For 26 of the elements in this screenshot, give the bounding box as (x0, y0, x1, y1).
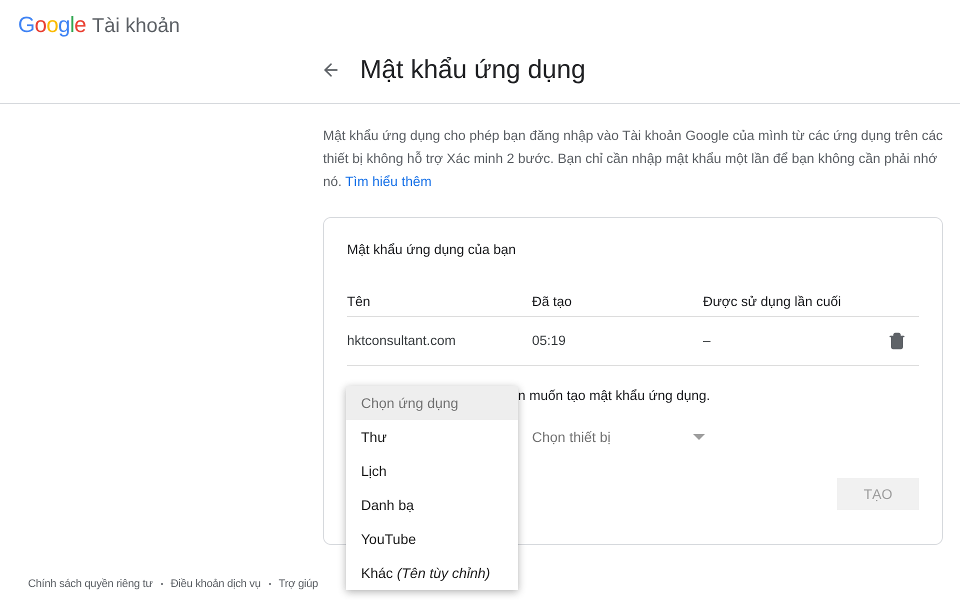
dropdown-caret-icon (693, 434, 705, 440)
column-header: Tên (347, 293, 372, 312)
column-header: Đã tạo (532, 293, 573, 312)
learn-more-link[interactable]: Tìm hiểu thêm (345, 174, 432, 189)
product-name: Tài khoản (92, 14, 180, 39)
table-cell-text: hktconsultant.com (347, 332, 457, 350)
footer-link[interactable]: Chính sách quyền riêng tư (28, 576, 153, 592)
menu-item[interactable]: Lịch (346, 454, 518, 488)
table-cell-text: 05:19 (532, 332, 567, 350)
menu-item[interactable]: Khác (Tên tùy chỉnh) (346, 556, 518, 590)
google-logo: Google (18, 11, 86, 39)
card-title: Mật khẩu ứng dụng của bạn (347, 241, 517, 259)
description-text: Mật khẩu ứng dụng cho phép bạn đăng nhập vào Tài khoản Google của mình từ các ứng dụng trên các thiết bị không hỗ trợ Xác minh 2 bước. Bạn chỉ cần nhập mật khẩu một lần để bạn không cần phải nhớ nó. Tìm hiểu thêm (323, 127, 943, 191)
footer-link[interactable]: Điều khoản dịch vụ (170, 576, 261, 592)
delete-button[interactable] (887, 330, 907, 352)
footer-link[interactable]: Trợ giúp (278, 576, 318, 592)
menu-item[interactable]: YouTube (346, 522, 518, 556)
device-select[interactable]: Chọn thiết bị (532, 422, 707, 452)
table-cell-text: – (703, 332, 712, 350)
trash-icon (888, 332, 906, 350)
menu-item[interactable]: Chọn ứng dụng (346, 386, 518, 420)
prompt-text: n muốn tạo mật khẩu ứng dụng. (518, 388, 710, 404)
page-title: Mật khẩu ứng dụng (360, 53, 586, 86)
menu-item[interactable]: Thư (346, 420, 518, 454)
column-header: Được sử dụng lần cuối (703, 293, 842, 312)
menu-item[interactable]: Danh bạ (346, 488, 518, 522)
